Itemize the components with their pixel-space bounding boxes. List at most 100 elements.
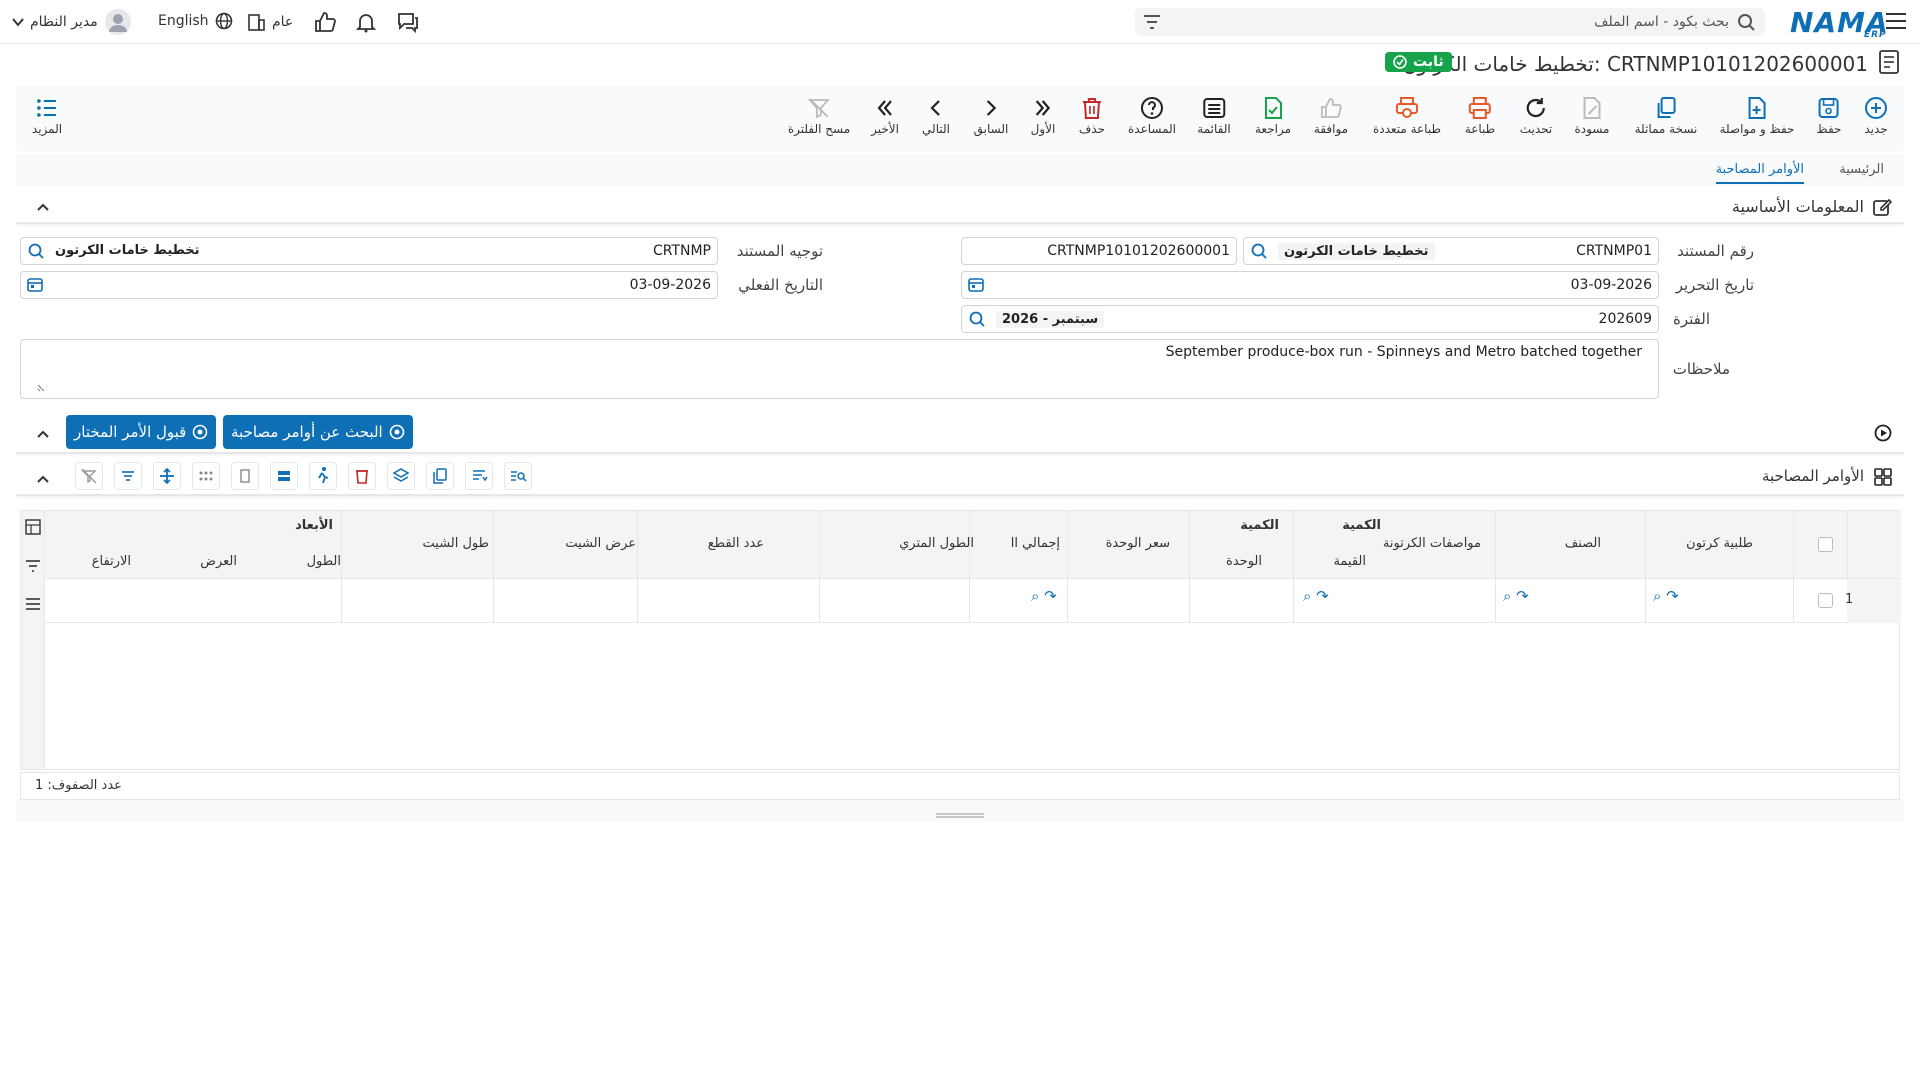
- tab-related-orders[interactable]: الأوامر المصاحبة: [1715, 162, 1804, 184]
- col-height[interactable]: الارتفاع: [92, 554, 131, 569]
- language-switch[interactable]: English: [158, 12, 233, 30]
- logo[interactable]: NAMA ERP: [1790, 6, 1889, 40]
- col-width[interactable]: العرض: [200, 554, 237, 569]
- search-icon[interactable]: ⌕ ↷: [1031, 587, 1057, 605]
- search-icon[interactable]: [27, 242, 45, 264]
- user-menu[interactable]: مدير النظام: [12, 8, 132, 36]
- row-menu-icon[interactable]: [25, 597, 41, 615]
- chevron-right-icon: [987, 100, 997, 116]
- draft-button[interactable]: مسودة: [1575, 96, 1609, 136]
- col-item[interactable]: الصنف: [1565, 536, 1601, 551]
- col-sheet-width[interactable]: عرض الشيت: [565, 536, 636, 551]
- filter-icon[interactable]: [25, 559, 41, 577]
- thumbs-up-icon[interactable]: [313, 10, 337, 38]
- tab-main[interactable]: الرئيسية: [1839, 162, 1884, 177]
- grid-dots-icon[interactable]: [192, 462, 220, 490]
- notes-textarea[interactable]: September produce-box run - Spinneys and…: [20, 339, 1659, 399]
- hamburger-menu-icon[interactable]: [1886, 12, 1906, 30]
- search-input[interactable]: بحث بكود - اسم الملف: [1135, 8, 1765, 36]
- edit-date-field[interactable]: 03-09-2026: [961, 271, 1659, 299]
- search-list-icon[interactable]: [504, 462, 532, 490]
- chevron-up-icon[interactable]: [36, 200, 50, 216]
- chevron-up-icon[interactable]: [36, 427, 50, 443]
- running-icon[interactable]: [309, 462, 337, 490]
- chevron-down-icon: [12, 18, 24, 27]
- clear-filter-icon[interactable]: [75, 462, 103, 490]
- previous-label: السابق: [973, 122, 1009, 136]
- column-width-icon[interactable]: [231, 462, 259, 490]
- delete-button[interactable]: حذف: [1079, 96, 1105, 136]
- review-button[interactable]: مراجعة: [1255, 96, 1291, 136]
- approve-button[interactable]: موافقة: [1314, 96, 1348, 136]
- layers-icon[interactable]: [387, 462, 415, 490]
- col-length[interactable]: الطول: [307, 554, 341, 569]
- doc-number-value-field[interactable]: CRTNMP10101202600001: [961, 237, 1237, 265]
- period-field[interactable]: 202609 2026 - سبتمبر: [961, 305, 1659, 333]
- table-row[interactable]: 1 ⌕ ↷ ⌕ ↷ ⌕ ↷ ⌕ ↷: [21, 579, 1901, 623]
- row-checkbox[interactable]: [1818, 593, 1833, 608]
- top-bar: NAMA ERP بحث بكود - اسم الملف عام Englis…: [0, 0, 1920, 44]
- resize-grip[interactable]: [936, 807, 984, 818]
- sort-icon[interactable]: [465, 462, 493, 490]
- resize-handle-icon[interactable]: [37, 380, 47, 396]
- help-button[interactable]: المساعدة: [1128, 96, 1176, 136]
- search-icon[interactable]: ⌕ ↷: [1653, 587, 1679, 605]
- col-carton-spec[interactable]: مواصفات الكرتونة: [1383, 536, 1481, 551]
- select-all-checkbox[interactable]: [1818, 537, 1833, 552]
- save-button[interactable]: حفظ: [1817, 96, 1841, 136]
- play-circle-icon[interactable]: [1874, 424, 1892, 446]
- filter-icon[interactable]: [114, 462, 142, 490]
- col-value[interactable]: القيمة: [1333, 554, 1366, 569]
- search-orders-label: البحث عن أوامر مصاحبة: [231, 423, 383, 441]
- delete-row-icon[interactable]: [348, 462, 376, 490]
- calendar-icon[interactable]: [968, 276, 984, 296]
- edit-date-label: تاريخ التحرير: [1675, 276, 1754, 294]
- search-icon[interactable]: ⌕ ↷: [1503, 587, 1529, 605]
- col-sheet-length[interactable]: طول الشيت: [423, 536, 490, 551]
- search-icon[interactable]: [1250, 242, 1268, 264]
- doc-direction-field[interactable]: CRTNMP تخطيط خامات الكرتون: [20, 237, 718, 265]
- clear-filter-button[interactable]: مسح الفلترة: [788, 96, 850, 136]
- search-icon[interactable]: [968, 310, 986, 332]
- previous-button[interactable]: السابق: [973, 96, 1009, 136]
- new-button[interactable]: جديد: [1864, 96, 1888, 136]
- search-icon[interactable]: [1737, 13, 1755, 35]
- actual-date-field[interactable]: 03-09-2026: [20, 271, 718, 299]
- duplicate-button[interactable]: نسخة مماثلة: [1635, 96, 1697, 136]
- next-button[interactable]: التالي: [922, 96, 950, 136]
- col-unit[interactable]: الوحدة: [1226, 554, 1262, 569]
- plus-circle-icon: [1865, 97, 1887, 119]
- refresh-button[interactable]: تحديث: [1520, 96, 1552, 136]
- scope-selector[interactable]: عام: [246, 12, 293, 32]
- col-total[interactable]: إجمالي اا: [1011, 536, 1060, 551]
- search-orders-button[interactable]: البحث عن أوامر مصاحبة: [223, 415, 413, 449]
- move-icon[interactable]: [153, 462, 181, 490]
- list-button[interactable]: القائمة: [1197, 96, 1231, 136]
- doc-number-code-field[interactable]: CRTNMP01 تخطيط خامات الكرتون: [1243, 237, 1659, 265]
- orders-grid: طلبية كرتون الصنف مواصفات الكرتونة الكمي…: [20, 510, 1901, 770]
- first-button[interactable]: الأول: [1031, 96, 1055, 136]
- col-carton-order[interactable]: طلبية كرتون: [1686, 536, 1753, 551]
- save-continue-button[interactable]: حفظ و مواصلة: [1720, 96, 1794, 136]
- last-button[interactable]: الأخير: [871, 96, 899, 136]
- period-label: الفترة: [1673, 310, 1710, 328]
- split-rows-icon[interactable]: [270, 462, 298, 490]
- chat-icon[interactable]: [396, 10, 420, 38]
- copy-row-icon[interactable]: [426, 462, 454, 490]
- filter-icon[interactable]: [1143, 14, 1161, 34]
- basic-info-header[interactable]: المعلومات الأساسية: [16, 190, 1904, 224]
- calendar-icon[interactable]: [27, 276, 43, 296]
- notification-bell-icon[interactable]: [354, 10, 378, 38]
- grid-title: الأوامر المصاحبة: [1761, 467, 1864, 485]
- accept-order-button[interactable]: قبول الأمر المختار: [66, 415, 217, 449]
- print-button[interactable]: طباعة: [1465, 96, 1495, 136]
- chevron-left-icon: [930, 100, 940, 116]
- table-icon[interactable]: [25, 519, 41, 539]
- col-unit-price[interactable]: سعر الوحدة: [1106, 536, 1170, 551]
- col-meter-length[interactable]: الطول المتري: [899, 536, 974, 551]
- search-icon[interactable]: ⌕ ↷: [1303, 587, 1329, 605]
- multi-print-button[interactable]: طباعة متعددة: [1373, 96, 1441, 136]
- col-cut-count[interactable]: عدد القطع: [708, 536, 764, 551]
- more-button[interactable]: المزيد: [32, 96, 62, 136]
- chevron-up-icon[interactable]: [36, 472, 50, 488]
